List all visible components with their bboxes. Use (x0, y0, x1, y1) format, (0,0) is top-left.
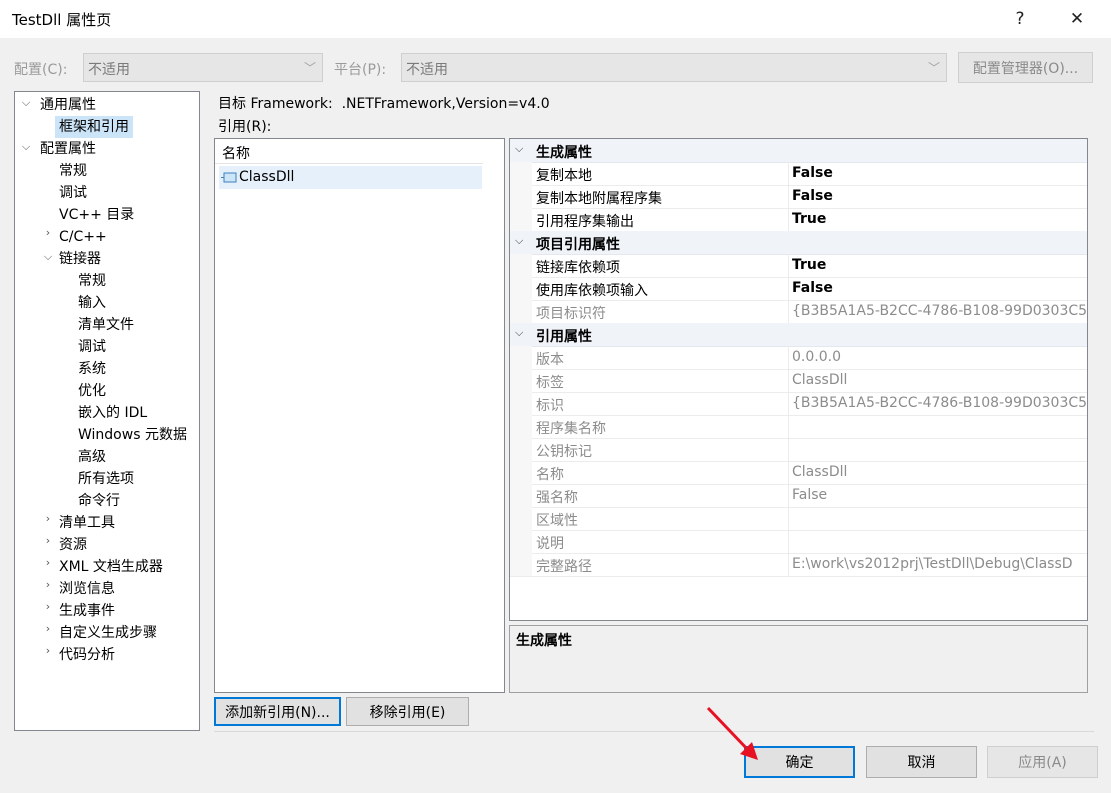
tree-item-after[interactable]: 生成事件 (59, 600, 115, 622)
prop-row[interactable]: 标识 {B3B5A1A5-B2CC-4786-B108-99D0303C5 (510, 392, 1087, 416)
collapse-chevron-icon[interactable]: › (41, 578, 55, 591)
prop-row[interactable]: 完整路径 E:\work\vs2012prj\TestDll\Debug\Clas… (510, 553, 1087, 577)
refs-header[interactable]: 名称 (215, 139, 483, 164)
close-button[interactable]: ✕ (1054, 0, 1100, 38)
refs-label: 引用(R): (218, 119, 272, 135)
tree-item-linker-child[interactable]: 输入 (78, 292, 106, 314)
tree-item-after[interactable]: 自定义生成步骤 (59, 622, 157, 644)
prop-row[interactable]: 项目标识符 {B3B5A1A5-B2CC-4786-B108-99D0303C5 (510, 300, 1087, 324)
tree-item-framework-refs[interactable]: 框架和引用 (55, 116, 133, 138)
description-pane: 生成属性 (509, 625, 1088, 693)
platform-combo[interactable]: 不适用 ﹀ (401, 53, 947, 82)
prop-row[interactable]: 公钥标记 (510, 438, 1087, 462)
tree-item-linker-child[interactable]: 高级 (78, 446, 106, 468)
reference-name: ClassDll (239, 169, 295, 185)
footer-divider (214, 731, 1094, 732)
chevron-down-icon[interactable]: ⌵ (515, 142, 523, 156)
chevron-down-icon: ﹀ (927, 61, 940, 75)
tree-item-linker-child[interactable]: Windows 元数据 (78, 424, 187, 446)
config-label: 配置(C): (14, 62, 68, 78)
tree-item-cpp[interactable]: C/C++ (59, 226, 107, 248)
collapse-chevron-icon[interactable]: › (41, 226, 55, 239)
window-title: TestDll 属性页 (12, 11, 112, 29)
prop-row[interactable]: 程序集名称 (510, 415, 1087, 439)
list-item[interactable]: ClassDll (219, 166, 482, 189)
tree-item-linker-child[interactable]: 命令行 (78, 490, 120, 512)
property-grid[interactable]: ⌵ 生成属性 复制本地 False 复制本地附属程序集 False 引用程序集输出 Tr… (509, 138, 1088, 621)
expand-chevron-icon[interactable]: ⌵ (19, 96, 33, 110)
prop-row[interactable]: 引用程序集输出 True (510, 208, 1087, 232)
target-framework-text: 目标 Framework: .NETFramework,Version=v4.0 (218, 96, 550, 112)
tree-item-after[interactable]: 代码分析 (59, 644, 115, 666)
references-list[interactable]: 名称 ClassDll (214, 138, 505, 693)
prop-row[interactable]: 使用库依赖项输入 False (510, 277, 1087, 301)
tree-item-vc-dirs[interactable]: VC++ 目录 (59, 204, 134, 226)
annotation-arrow-icon (706, 706, 758, 760)
tree-item-linker-child[interactable]: 优化 (78, 380, 106, 402)
prop-row[interactable]: 链接库依赖项 True (510, 254, 1087, 278)
tree-item-linker-child[interactable]: 所有选项 (78, 468, 134, 490)
expand-chevron-icon[interactable]: ⌵ (41, 250, 55, 264)
prop-row[interactable]: 强名称 False (510, 484, 1087, 508)
tree-item-after[interactable]: XML 文档生成器 (59, 556, 163, 578)
description-title: 生成属性 (516, 633, 572, 649)
tree-item-common[interactable]: 通用属性 (40, 94, 96, 116)
prop-row[interactable]: 版本 0.0.0.0 (510, 346, 1087, 370)
tree-item-linker[interactable]: 链接器 (59, 248, 101, 270)
prop-row[interactable]: 说明 (510, 530, 1087, 554)
chevron-down-icon: ﹀ (303, 61, 316, 75)
apply-button[interactable]: 应用(A) (987, 746, 1098, 778)
remove-reference-button[interactable]: 移除引用(E) (346, 697, 469, 726)
tree-item-config-props[interactable]: 配置属性 (40, 138, 96, 160)
tree-item-after[interactable]: 清单工具 (59, 512, 115, 534)
config-combo[interactable]: 不适用 ﹀ (83, 53, 323, 82)
tree-item-linker-child[interactable]: 清单文件 (78, 314, 134, 336)
config-manager-button[interactable]: 配置管理器(O)... (958, 52, 1093, 83)
tree-item-after[interactable]: 资源 (59, 534, 87, 556)
tree-item-linker-child[interactable]: 系统 (78, 358, 106, 380)
platform-label: 平台(P): (334, 62, 387, 78)
collapse-chevron-icon[interactable]: › (41, 644, 55, 657)
tree-item-general[interactable]: 常规 (59, 160, 87, 182)
prop-row[interactable]: 区域性 (510, 507, 1087, 531)
collapse-chevron-icon[interactable]: › (41, 600, 55, 613)
category-build[interactable]: ⌵ 生成属性 (510, 139, 1087, 163)
prop-row[interactable]: 名称 ClassDll (510, 461, 1087, 485)
category-ref[interactable]: ⌵ 引用属性 (510, 323, 1087, 347)
prop-row[interactable]: 标签 ClassDll (510, 369, 1087, 393)
collapse-chevron-icon[interactable]: › (41, 512, 55, 525)
prop-row[interactable]: 复制本地 False (510, 162, 1087, 186)
collapse-chevron-icon[interactable]: › (41, 622, 55, 635)
reference-icon (221, 171, 237, 183)
tree-item-linker-child[interactable]: 嵌入的 IDL (78, 402, 147, 424)
title-bar: TestDll 属性页 ? ✕ (0, 0, 1111, 38)
platform-combo-value: 不适用 (406, 62, 448, 78)
add-reference-button[interactable]: 添加新引用(N)... (214, 697, 341, 726)
refs-header-label: 名称 (222, 146, 250, 162)
expand-chevron-icon[interactable]: ⌵ (19, 140, 33, 154)
config-combo-value: 不适用 (88, 62, 130, 78)
chevron-down-icon[interactable]: ⌵ (515, 326, 523, 340)
cancel-button[interactable]: 取消 (866, 746, 977, 778)
tree-item-debug[interactable]: 调试 (59, 182, 87, 204)
help-button[interactable]: ? (997, 0, 1043, 38)
collapse-chevron-icon[interactable]: › (41, 534, 55, 547)
tree-item-linker-child[interactable]: 调试 (78, 336, 106, 358)
tree-item-linker-child[interactable]: 常规 (78, 270, 106, 292)
collapse-chevron-icon[interactable]: › (41, 556, 55, 569)
prop-row[interactable]: 复制本地附属程序集 False (510, 185, 1087, 209)
tree-item-after[interactable]: 浏览信息 (59, 578, 115, 600)
category-project-ref[interactable]: ⌵ 项目引用属性 (510, 231, 1087, 255)
category-tree[interactable]: ⌵ 通用属性 框架和引用 ⌵ 配置属性 常规 调试 VC++ 目录 › C/C+… (14, 91, 200, 731)
chevron-down-icon[interactable]: ⌵ (515, 234, 523, 248)
